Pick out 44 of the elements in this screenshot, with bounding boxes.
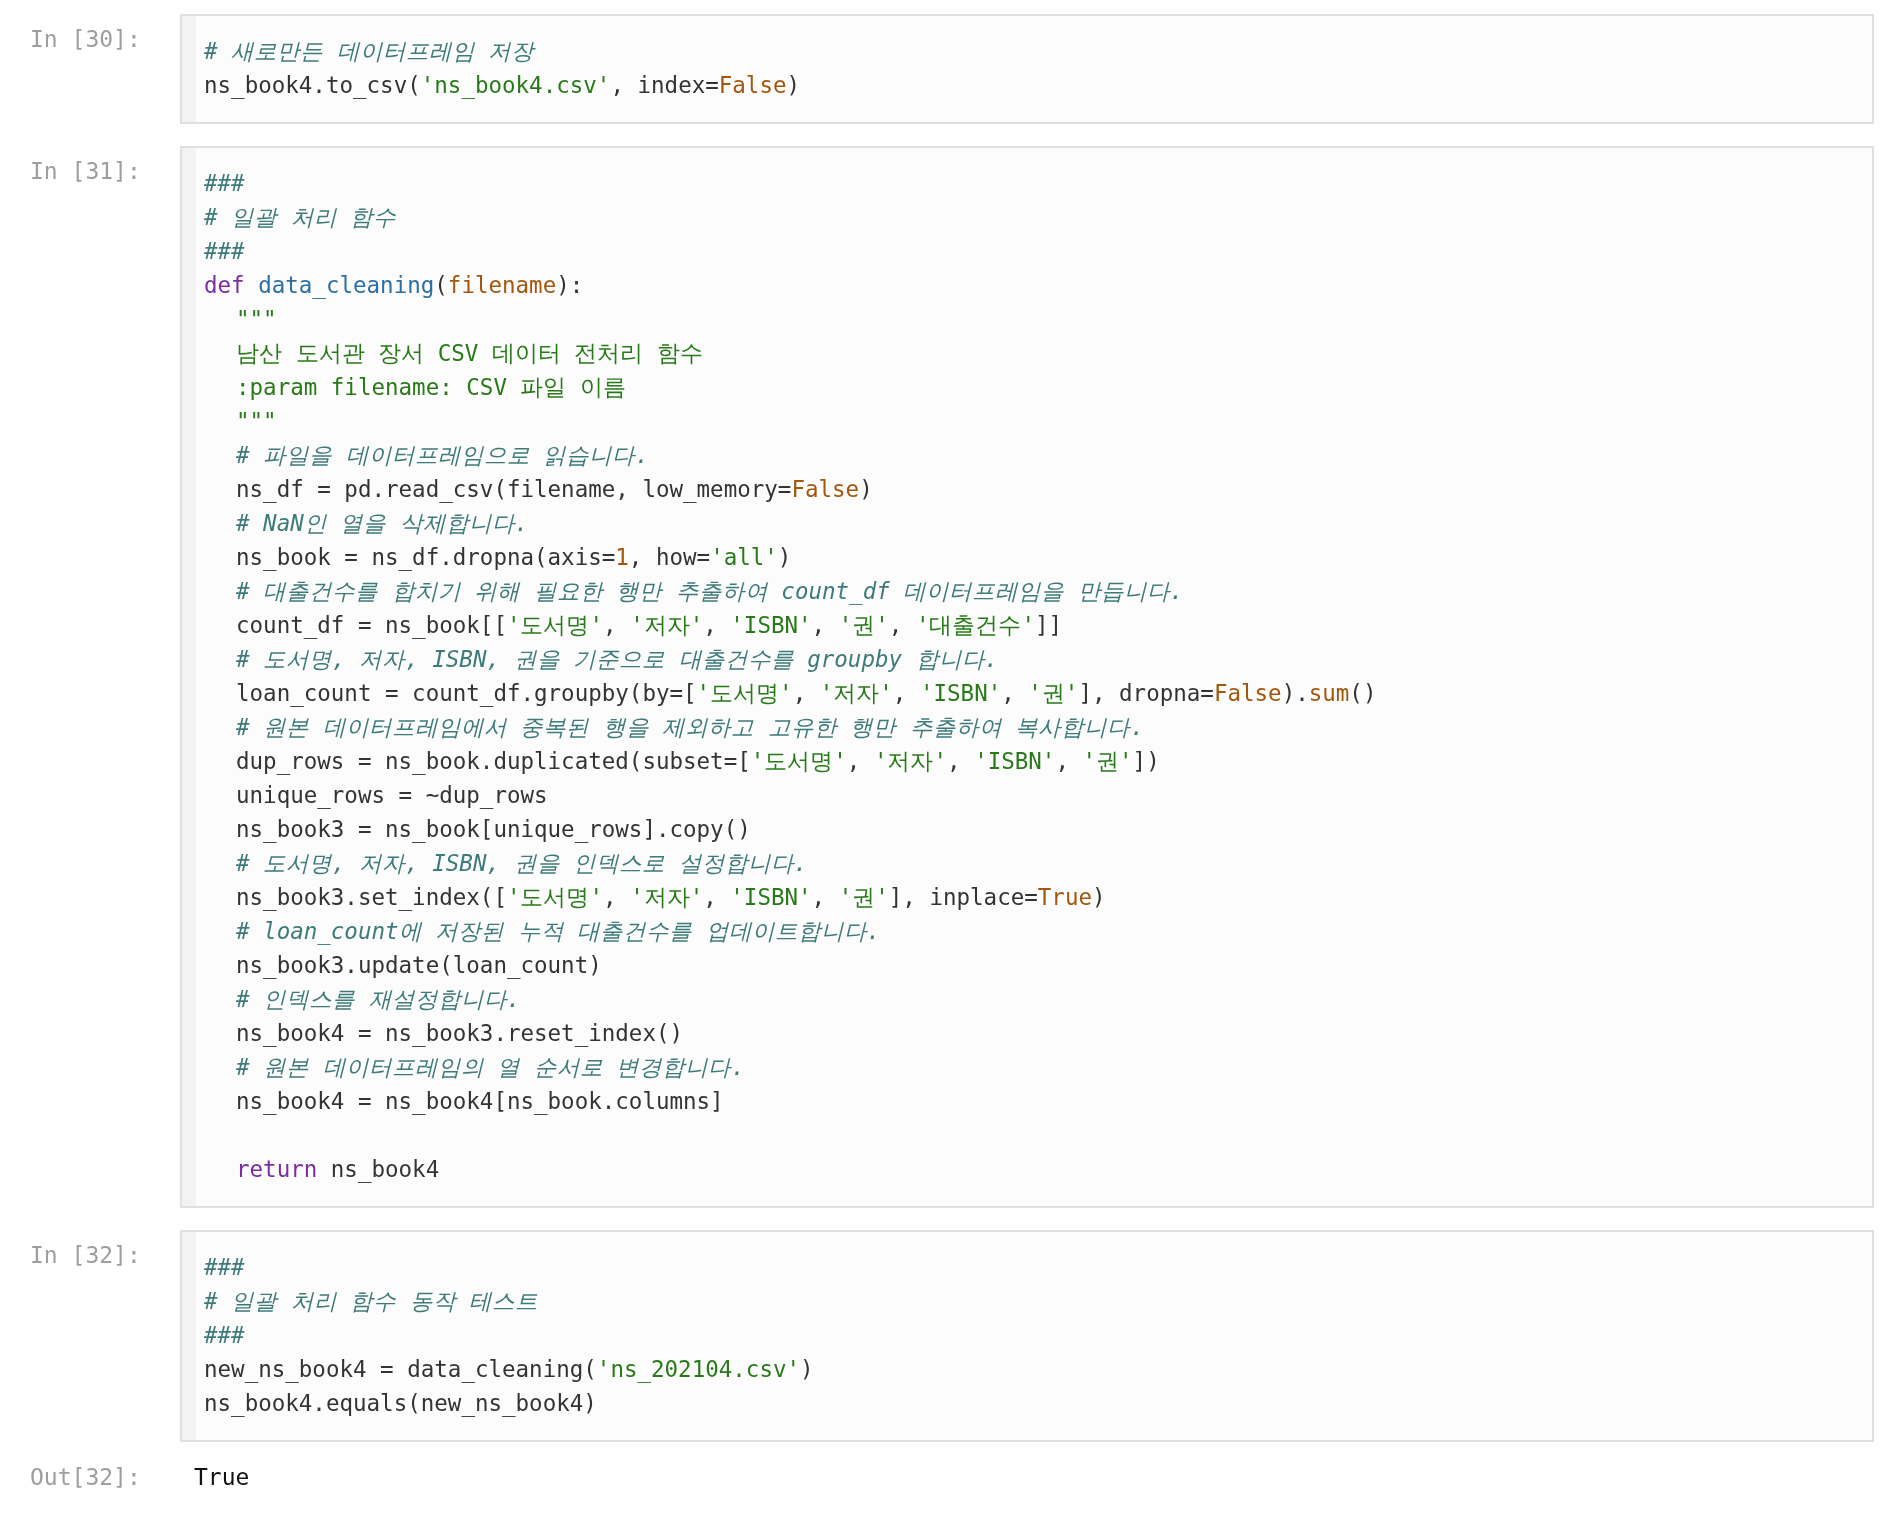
code-line: # NaN인 열을 삭제합니다.	[236, 509, 529, 538]
code-line: ns_df = pd.read_csv(filename, low_memory=False)	[236, 475, 873, 505]
output-text: True	[193, 1464, 250, 1490]
code-line: # 인덱스를 재설정합니다.	[236, 985, 521, 1014]
code-cell[interactable]: # 새로만든 데이터프레임 저장 ns_book4.to_csv('ns_book4.csv', index=False)	[180, 14, 1874, 124]
code-cell[interactable]: ### # 일괄 처리 함수 동작 테스트 ### new_ns_book4 = data_cleaning('ns_202104.csv') ns_book4.equals(new_ns_book4)	[180, 1230, 1874, 1442]
code-line: # loan_count에 저장된 누적 대출건수를 업데이트합니다.	[236, 917, 881, 947]
code-line: dup_rows = ns_book.duplicated(subset=['도서명', '저자', 'ISBN', '권'])	[236, 747, 1160, 777]
code-line: ns_book3 = ns_book[unique_rows].copy()	[236, 815, 751, 845]
input-prompt: In [30]:	[30, 25, 142, 52]
code-line: ns_book3.update(loan_count)	[236, 951, 602, 981]
code-line: return ns_book4	[236, 1155, 440, 1185]
code-line: # 일괄 처리 함수 동작 테스트	[204, 1287, 539, 1316]
code-line: new_ns_book4 = data_cleaning('ns_202104.csv')	[204, 1355, 814, 1385]
code-line: # 원본 데이터프레임의 열 순서로 변경합니다.	[236, 1053, 745, 1082]
input-prompt: In [32]:	[30, 1241, 142, 1268]
code-line: ns_book4.equals(new_ns_book4)	[204, 1389, 597, 1419]
code-line: # 새로만든 데이터프레임 저장	[204, 37, 535, 66]
code-line: loan_count = count_df.groupby(by=['도서명', '저자', 'ISBN', '권'], dropna=False).sum()	[236, 679, 1377, 709]
code-line: # 도서명, 저자, ISBN, 권을 인덱스로 설정합니다.	[236, 849, 808, 878]
code-line: # 파일을 데이터프레임으로 읽습니다.	[236, 441, 649, 470]
code-line: unique_rows = ~dup_rows	[236, 781, 548, 811]
code-line: ###	[204, 1253, 245, 1282]
input-prompt: In [31]:	[30, 157, 142, 184]
code-line: # 원본 데이터프레임에서 중복된 행을 제외하고 고유한 행만 추출하여 복사합니다.	[236, 713, 1144, 742]
code-line: # 대출건수를 합치기 위해 필요한 행만 추출하여 count_df 데이터프레임을 만듭니다.	[236, 577, 1184, 607]
code-line: ns_book4.to_csv('ns_book4.csv', index=False)	[204, 71, 801, 101]
code-line: ###	[204, 1321, 245, 1350]
code-line: # 도서명, 저자, ISBN, 권을 기준으로 대출건수를 groupby 합니다.	[236, 645, 999, 674]
code-line: :param filename: CSV 파일 이름	[236, 373, 626, 402]
code-line: ns_book = ns_df.dropna(axis=1, how='all')	[236, 543, 792, 573]
code-line: # 일괄 처리 함수	[204, 203, 397, 232]
code-line: ns_book4 = ns_book3.reset_index()	[236, 1019, 684, 1049]
code-line: ns_book3.set_index(['도서명', '저자', 'ISBN', '권'], inplace=True)	[236, 883, 1106, 913]
code-line: """	[236, 407, 277, 436]
output-prompt: Out[32]:	[30, 1464, 142, 1490]
code-line: count_df = ns_book[['도서명', '저자', 'ISBN', '권', '대출건수']]	[236, 611, 1063, 641]
code-cell[interactable]	[180, 146, 1874, 1208]
code-line: ns_book4 = ns_book4[ns_book.columns]	[236, 1087, 724, 1117]
code-line: def data_cleaning(filename):	[204, 271, 584, 301]
code-line: """	[236, 305, 277, 334]
code-line: ###	[204, 169, 245, 198]
code-line: 남산 도서관 장서 CSV 데이터 전처리 함수	[236, 339, 703, 368]
code-line: ###	[204, 237, 245, 266]
